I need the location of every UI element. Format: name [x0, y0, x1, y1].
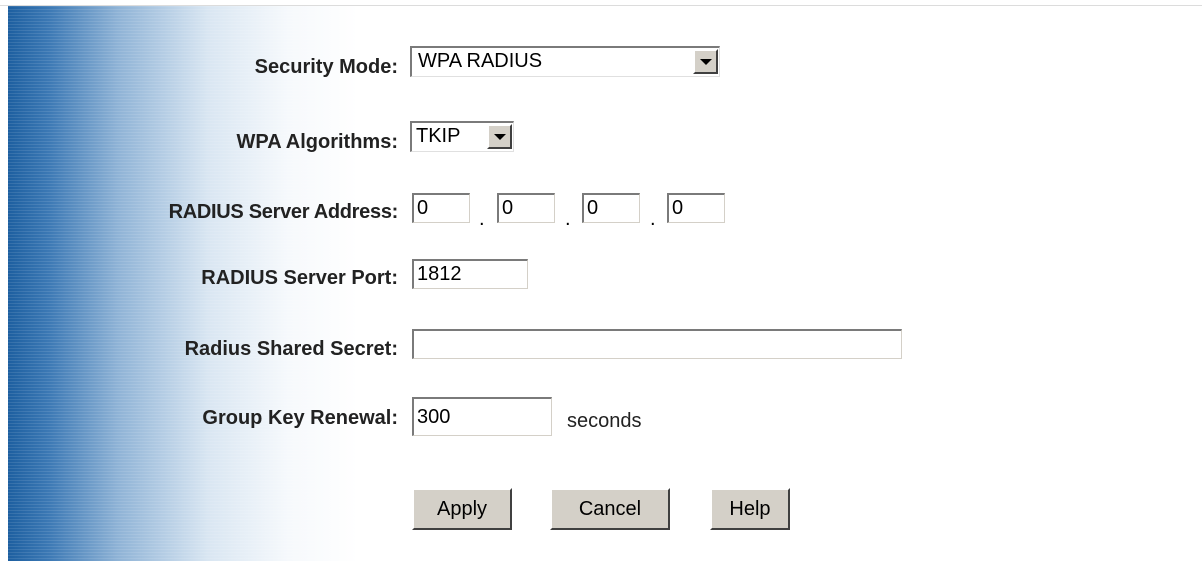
ip-separator: . — [650, 208, 656, 230]
ip-separator: . — [565, 208, 571, 230]
group-key-renewal-label: Group Key Renewal: — [202, 407, 398, 429]
security-mode-value: WPA RADIUS — [418, 50, 543, 72]
radius-shared-secret-input[interactable] — [412, 329, 902, 359]
security-mode-dropdown-button[interactable] — [693, 49, 718, 74]
wpa-algorithms-dropdown-button[interactable] — [487, 124, 512, 149]
radius-shared-secret-label: Radius Shared Secret: — [184, 338, 398, 360]
security-mode-select[interactable]: WPA RADIUS — [410, 46, 720, 77]
radius-server-port-input[interactable] — [412, 259, 528, 289]
radius-ip-octet-1[interactable] — [412, 193, 470, 223]
chevron-down-icon — [700, 59, 712, 65]
radius-server-port-label: RADIUS Server Port: — [201, 267, 398, 289]
wpa-algorithms-label: WPA Algorithms: — [236, 131, 398, 153]
ip-separator: . — [479, 208, 485, 230]
wpa-algorithms-value: TKIP — [416, 125, 461, 147]
apply-button[interactable]: Apply — [412, 488, 512, 530]
group-key-renewal-unit: seconds — [567, 410, 642, 432]
cancel-button[interactable]: Cancel — [550, 488, 670, 530]
radius-ip-octet-4[interactable] — [667, 193, 725, 223]
help-button[interactable]: Help — [710, 488, 790, 530]
radius-ip-octet-2[interactable] — [497, 193, 555, 223]
wpa-algorithms-select[interactable]: TKIP — [410, 121, 514, 152]
security-mode-label: Security Mode: — [254, 56, 398, 78]
radius-ip-octet-3[interactable] — [582, 193, 640, 223]
group-key-renewal-input[interactable] — [412, 397, 552, 436]
chevron-down-icon — [494, 134, 506, 140]
radius-server-address-label: RADIUS Server Address: — [168, 201, 399, 223]
